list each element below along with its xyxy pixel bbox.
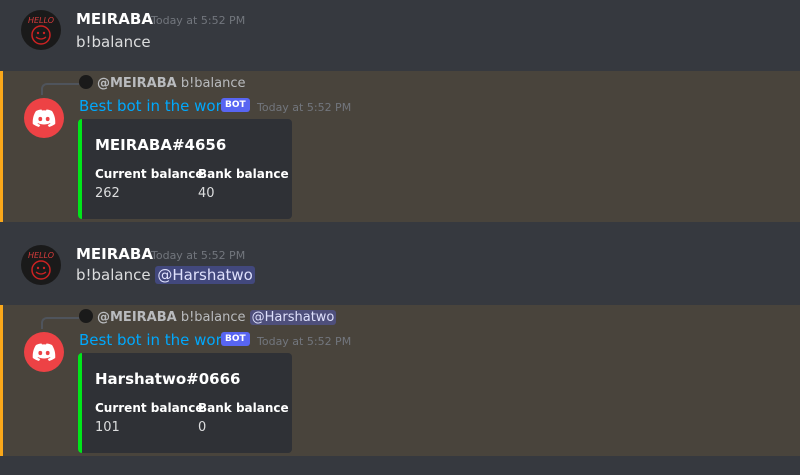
message-text: b!balance <box>76 266 151 284</box>
field-bank-balance-label: Bank balance <box>198 401 289 415</box>
timestamp: Today at 5:52 PM <box>151 249 246 262</box>
user-avatar[interactable]: HELLO <box>21 245 61 285</box>
bot-author-name[interactable]: Best bot in the world <box>79 331 235 349</box>
hello-face-avatar-icon: HELLO <box>28 251 54 280</box>
svg-text:HELLO: HELLO <box>28 16 54 25</box>
field-bank-balance-value: 0 <box>198 420 207 435</box>
reply-author: @MEIRABA <box>97 76 177 91</box>
user-mention[interactable]: @Harshatwo <box>155 266 255 284</box>
author-name[interactable]: MEIRABA <box>76 10 153 28</box>
balance-embed: Harshatwo#0666 Current balance Bank bala… <box>78 353 292 453</box>
reply-connector <box>41 83 79 95</box>
bot-avatar[interactable] <box>24 332 64 372</box>
balance-embed: MEIRABA#4656 Current balance Bank balanc… <box>78 119 292 219</box>
hello-face-avatar-icon: HELLO <box>28 16 54 45</box>
reply-mention[interactable]: @Harshatwo <box>249 310 337 325</box>
field-bank-balance-value: 40 <box>198 186 215 201</box>
timestamp: Today at 5:52 PM <box>257 101 352 114</box>
reply-preview[interactable]: @MEIRABA b!balance @Harshatwo <box>79 309 337 325</box>
reply-content: b!balance <box>180 76 246 91</box>
bot-badge: BOT <box>221 98 250 112</box>
embed-title: Harshatwo#0666 <box>95 370 241 388</box>
message-user-2: HELLO MEIRABA Today at 5:52 PM b!balance… <box>0 235 800 285</box>
field-current-balance-label: Current balance <box>95 401 204 415</box>
reply-content: b!balance <box>180 310 246 325</box>
bot-author-name[interactable]: Best bot in the world <box>79 97 235 115</box>
svg-text:HELLO: HELLO <box>28 251 54 260</box>
message-content: b!balance @Harshatwo <box>76 266 255 284</box>
timestamp: Today at 5:52 PM <box>151 14 246 27</box>
field-current-balance-value: 101 <box>95 420 120 435</box>
bot-badge: BOT <box>221 332 250 346</box>
reply-avatar-icon <box>79 75 93 89</box>
message-bot-2: @MEIRABA b!balance @Harshatwo Best bot i… <box>0 305 800 456</box>
field-current-balance-label: Current balance <box>95 167 204 181</box>
timestamp: Today at 5:52 PM <box>257 335 352 348</box>
discord-logo-icon <box>32 343 56 361</box>
message-user-1: HELLO MEIRABA Today at 5:52 PM b!balance <box>0 0 800 51</box>
message-content: b!balance <box>76 33 151 51</box>
user-avatar[interactable]: HELLO <box>21 10 61 50</box>
field-bank-balance-label: Bank balance <box>198 167 289 181</box>
message-bot-1: @MEIRABA b!balance Best bot in the world… <box>0 71 800 222</box>
embed-title: MEIRABA#4656 <box>95 136 227 154</box>
bot-avatar[interactable] <box>24 98 64 138</box>
author-name[interactable]: MEIRABA <box>76 245 153 263</box>
reply-preview[interactable]: @MEIRABA b!balance <box>79 75 246 91</box>
reply-connector <box>41 317 79 329</box>
reply-author: @MEIRABA <box>97 310 177 325</box>
discord-logo-icon <box>32 109 56 127</box>
field-current-balance-value: 262 <box>95 186 120 201</box>
reply-avatar-icon <box>79 309 93 323</box>
